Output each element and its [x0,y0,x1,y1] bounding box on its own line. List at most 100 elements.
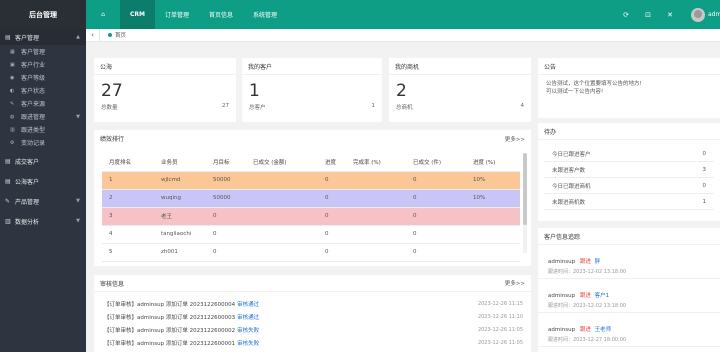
refresh-icon[interactable]: ⟳ [615,11,637,19]
follow-target-link[interactable]: 客户1 [595,293,610,299]
table-cell: 5 [102,243,154,262]
follow-card: 客户信息追踪 adminsup 跟进 胖 跟进时间：2023-12-02 13:… [538,228,720,352]
rank-title: 绩效排行 [100,136,125,143]
todo-row[interactable]: 今日已跟进商机 0 [544,178,714,194]
review-status-link[interactable]: 审核通过 [237,313,259,321]
table-cell: tangliaochi [154,225,206,244]
nav-item-home-info[interactable]: 首页信息 [199,0,243,29]
table-row[interactable]: 2 wuqing 50000 0 0 10% [102,189,520,208]
table-cell: 0 [318,189,346,208]
todo-value: 0 [702,182,707,189]
list-item[interactable]: 【订单审核】adminsup 添加订单 2023122600003 审核通过 2… [94,310,531,323]
table-row[interactable]: 3 老王 0 0 0 [102,207,520,226]
sidebar-item-source[interactable]: ✎ 客户来源 [0,97,86,110]
column-header: 月目标 [206,153,246,172]
column-header: 进度 (%) [466,153,520,172]
sidebar-item-label: 跟进管理 [21,114,46,121]
table-scrollbar[interactable] [523,153,527,253]
sidebar-item-level[interactable]: ◉ 客户等级 [0,71,86,84]
list-item[interactable]: adminsup 跟进 王老师 跟进时间：2023-12-27 18:00:00 [538,319,720,347]
nav-home[interactable]: ⌂ [86,0,120,29]
sidebar-group-sea[interactable]: ▤ 公海客户 [0,173,86,189]
stat-foot-label: 总商机 [396,105,413,111]
review-status-link[interactable]: 审核通过 [237,300,259,308]
sidebar-item-status[interactable]: ◐ 客户状态 [0,84,86,97]
chevron-up-icon: ▲ [76,34,80,40]
todo-row[interactable]: 未跟进商机数 1 [544,194,714,210]
follow-time: 跟进时间：2023-12-02 13:18:00 [548,303,627,309]
rank-more-link[interactable]: 更多>> [505,135,525,143]
nav-item-orders[interactable]: 订单管理 [155,0,199,29]
stat-card-sea: 公海 27 总数量 27 [94,58,236,122]
sidebar-group-product[interactable]: ✎ 产品管理 ▼ [0,193,86,209]
table-cell [346,225,406,244]
review-status-link[interactable]: 审核失败 [237,326,259,334]
nav-item-crm[interactable]: CRM [120,0,155,29]
notice-card: 公告 公告测试，这个位置要填写公告的地方! 可以测试一下公告内容! [538,58,720,118]
table-cell: 0 [406,171,466,190]
table-row[interactable]: 4 tangliaochi 0 0 0 [102,225,520,244]
top-nav: ⌂ CRM 订单管理 首页信息 系统管理 [86,0,287,29]
fullscreen-icon[interactable]: ✕ [659,11,681,19]
lock-icon[interactable]: ⊡ [637,11,659,19]
table-cell [246,189,318,208]
todo-row[interactable]: 今日已跟进客户 0 [544,146,714,162]
list-item[interactable]: adminsup 跟进 胖 跟进时间：2023-12-02 13:18:00 [538,251,720,279]
sidebar-item-follow[interactable]: ◍ 跟进管理 ▼ [0,110,86,123]
review-header: 审核信息 更多>> [94,275,531,292]
sidebar-item-customer-manage[interactable]: ▦ 客户管理 [0,45,86,58]
follow-icon: ◍ [10,113,15,120]
stat-value: 2 [396,81,407,101]
table-cell: 0 [318,171,346,190]
stat-foot: 总客户 1 [242,101,382,113]
review-status-link[interactable]: 审核失败 [237,339,259,347]
sidebar-item-label: 客户管理 [21,49,46,56]
table-cell: 0 [406,243,466,262]
tab-home-label: 首页 [115,33,127,39]
table-cell: 50000 [206,171,246,190]
chevron-left-icon[interactable]: ‹ [86,28,100,42]
sidebar-item-history[interactable]: ⚙ 变动记录 [0,136,86,149]
list-item[interactable]: 【订单审核】adminsup 添加订单 2023122600002 审核失败 2… [94,323,531,336]
sea-icon: ▤ [5,177,11,185]
table-row[interactable]: 5 zh001 0 0 0 [102,243,520,262]
nav-item-system[interactable]: 系统管理 [243,0,287,29]
review-text: 【订单审核】adminsup 添加订单 2023122600003 [104,314,236,321]
sidebar-group-customer[interactable]: ▤ 客户管理 ▲ [0,29,86,45]
table-cell: 0 [406,207,466,226]
table-cell: wuqing [154,189,206,208]
list-item[interactable]: adminsup 跟进 客户1 跟进时间：2023-12-02 13:18:00 [538,285,720,313]
follow-target-link[interactable]: 胖 [595,259,601,265]
stat-card-my-opportunities: 我的商机 2 总商机 4 [389,58,531,122]
review-text: 【订单审核】adminsup 添加订单 2023122600002 [104,327,236,334]
review-more-link[interactable]: 更多>> [505,279,525,287]
rank-card: 绩效排行 更多>> 月度排名 业务员 月目标 已成交 (金额) 进度 完成率 (… [94,130,531,266]
notice-body: 公告测试，这个位置要填写公告的地方! 可以测试一下公告内容! [538,75,720,101]
stat-value: 1 [249,81,260,101]
table-cell [346,189,406,208]
sidebar-group-analysis[interactable]: ▥ 数据分析 ▼ [0,213,86,229]
follow-target-link[interactable]: 王老师 [595,327,612,333]
avatar[interactable] [691,7,705,22]
list-item[interactable]: 【订单审核】adminsup 添加订单 2023122600001 审核失败 2… [94,336,531,349]
tab-active-dot [108,33,112,37]
username[interactable]: admin [708,11,720,18]
todo-card: 待办 今日已跟进客户 0 未跟进客户数 3 今日已跟进商机 0 未跟进商机数 1 [538,123,720,221]
sidebar-item-industry[interactable]: ▣ 客户行业 [0,58,86,71]
table-row[interactable]: 1 wjlcmd 50000 0 0 10% [102,171,520,190]
stat-foot-value: 1 [371,103,376,109]
status-icon: ◐ [10,87,15,94]
column-header: 完成率 (%) [346,153,406,172]
sidebar-group-deal[interactable]: ▤ 成交客户 [0,153,86,169]
stat-card-my-customers: 我的客户 1 总客户 1 [242,58,382,122]
chevron-down-icon: ▼ [76,218,80,224]
table-cell [246,171,318,190]
product-icon: ✎ [5,197,11,205]
source-icon: ✎ [10,100,15,107]
sidebar-item-follow-type[interactable]: ▥ 跟进类型 [0,123,86,136]
rank-table: 月度排名 业务员 月目标 已成交 (金额) 进度 完成率 (%) 已成交 (件)… [102,153,520,262]
tab-home[interactable]: 首页 [100,31,134,39]
todo-label: 未跟进客户数 [552,167,586,174]
list-item[interactable]: 【订单审核】adminsup 添加订单 2023122600004 审核通过 2… [94,297,531,310]
todo-row[interactable]: 未跟进客户数 3 [544,162,714,178]
